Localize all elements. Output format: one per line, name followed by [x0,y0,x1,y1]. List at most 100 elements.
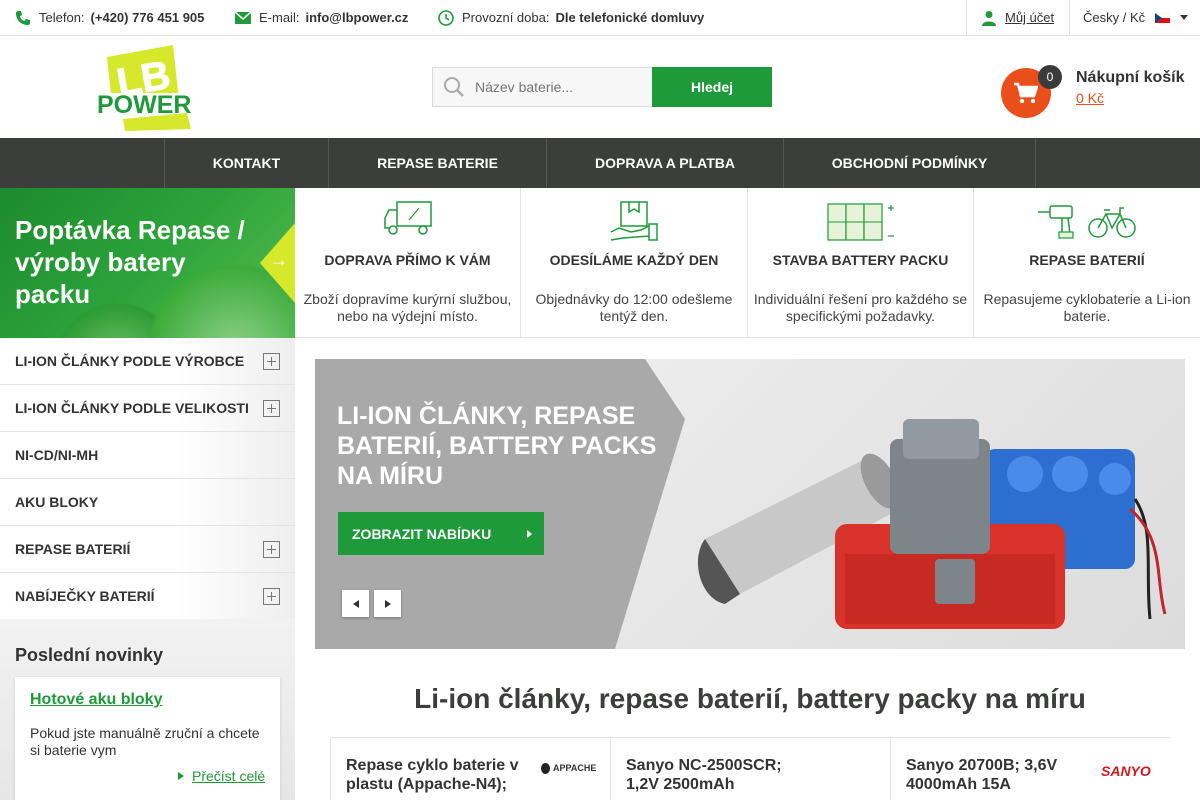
phone-icon [16,10,30,25]
product-card[interactable]: Sanyo 20700B; 3,6V 4000mAh 15A SANYO [890,738,1170,800]
email-label: E-mail: [259,10,300,25]
category-item[interactable]: NABÍJEČKY BATERIÍ [0,573,295,620]
search-input[interactable] [475,79,645,95]
inquiry-promo[interactable]: Poptávka Repase / výroby batery packu → [0,188,295,338]
product-name[interactable]: Sanyo 20700B; 3,6V 4000mAh 15A [906,756,1091,794]
brand-logo: SANYO [1101,763,1151,779]
features-strip: DOPRAVA PŘÍMO K VÁM Zboží dopravíme kurý… [295,188,1200,338]
separator [966,0,967,36]
read-more-link[interactable]: Přečíst celé [178,768,265,784]
cart-icon [1014,82,1038,104]
category-item[interactable]: REPASE BATERIÍ [0,526,295,573]
cart-count-badge: 0 [1038,65,1062,89]
main-navigation: KONTAKT REPASE BATERIE DOPRAVA A PLATBA … [0,138,1200,188]
latest-news: Poslední novinky Hotové aku bloky Pokud … [0,619,295,800]
page-headline: Li-ion články, repase baterií, battery p… [414,683,1086,714]
envelope-icon [235,11,251,24]
hero-banner: LI-ION ČLÁNKY, REPASE BATERIÍ, BATTERY P… [315,359,1185,649]
arrow-right-icon: → [270,250,288,270]
show-offer-button[interactable]: ZOBRAZIT NABÍDKU [338,512,544,555]
promo-text: Poptávka Repase / výroby batery packu [15,215,245,309]
news-card: Hotové aku bloky Pokud jste manuálně zru… [15,677,280,800]
search-button[interactable]: Hledej [652,67,772,107]
truck-icon [383,201,432,235]
feature-daily-dispatch: ODESÍLÁME KAŽDÝ DEN Objednávky do 12:00 … [521,188,748,338]
product-card[interactable]: Sanyo NC-2500SCR; 1,2V 2500mAh [610,738,890,800]
banner-headline: LI-ION ČLÁNKY, REPASE BATERIÍ, BATTERY P… [337,402,657,490]
feature-description: Zboží dopravíme kurýrní službou, nebo na… [303,291,512,324]
feature-title: ODESÍLÁME KAŽDÝ DEN [549,252,719,268]
nav-item-repase-baterie[interactable]: REPASE BATERIE [328,138,546,188]
hours-value: Dle telefonické domluvy [555,10,705,25]
user-icon [982,10,996,26]
expand-plus-icon[interactable] [263,399,280,417]
slider-next-button[interactable] [374,590,401,617]
opening-hours: Provozní doba: Dle telefonické domluvy [438,0,704,35]
expand-plus-icon[interactable] [263,540,280,558]
arrow-right-icon [384,599,391,608]
cart-total[interactable]: 0 Kč [1076,90,1104,106]
search-field[interactable] [432,67,652,107]
category-label: LI-ION ČLÁNKY PODLE VELIKOSTI [15,400,249,416]
language-label: Česky / Kč [1083,10,1146,25]
product-grid: Repase cyklo baterie v plastu (Appache-N… [330,737,1170,800]
phone-label: Telefon: [39,10,85,25]
package-hand-icon [610,201,658,241]
battery-products-image [697,419,1167,629]
category-label: REPASE BATERIÍ [15,541,131,557]
category-item[interactable]: LI-ION ČLÁNKY PODLE VÝROBCE [0,338,295,385]
category-menu: LI-ION ČLÁNKY PODLE VÝROBCE LI-ION ČLÁNK… [0,338,295,620]
phone-number: (+420) 776 451 905 [90,10,205,25]
shopping-cart[interactable]: 0 Nákupní košík 0 Kč [1000,64,1200,120]
feature-description: Individuální řešení pro každého se speci… [753,291,968,324]
nav-item-doprava-a-platba[interactable]: DOPRAVA A PLATBA [546,138,783,188]
nav-item-kontakt[interactable]: KONTAKT [164,138,328,188]
category-label: AKU BLOKY [15,494,99,510]
category-item[interactable]: AKU BLOKY [0,479,295,526]
news-item-title[interactable]: Hotové aku bloky [30,691,162,709]
feature-description: Objednávky do 12:00 odešleme tentýž den. [535,291,733,324]
category-label: LI-ION ČLÁNKY PODLE VÝROBCE [15,353,245,369]
product-card[interactable]: Repase cyklo baterie v plastu (Appache-N… [330,738,610,800]
cart-title[interactable]: Nákupní košík [1076,69,1184,87]
feature-title: REPASE BATERIÍ [1029,252,1145,268]
appache-logo-icon [541,763,550,775]
feature-title: STAVBA BATTERY PACKU [772,252,949,268]
czech-flag-icon [1155,12,1171,23]
product-name[interactable]: Sanyo NC-2500SCR; 1,2V 2500mAh [626,756,811,794]
feature-battery-pack: STAVBA BATTERY PACKU Individuální řešení… [748,188,974,338]
language-selector[interactable]: Česky / Kč [1083,0,1196,35]
search-form: Hledej [432,67,772,107]
feature-repair: REPASE BATERIÍ Repasujeme cyklobaterie a… [974,188,1200,338]
separator [1069,0,1070,36]
drill-bike-icon [1038,205,1136,239]
search-icon [444,77,464,97]
category-label: NI-CD/NI-MH [15,447,99,463]
nav-item-obchodni-podminky[interactable]: OBCHODNÍ PODMÍNKY [783,138,1035,188]
arrow-left-icon [352,599,359,608]
news-item-text: Pokud jste manuálně zruční a chcete si b… [30,725,260,758]
category-label: NABÍJEČKY BATERIÍ [15,588,155,604]
caret-down-icon [1180,15,1189,20]
brand-logo: APPACHE [541,763,596,775]
expand-plus-icon[interactable] [263,587,280,605]
phone-contact[interactable]: Telefon: (+420) 776 451 905 [15,0,204,35]
expand-plus-icon[interactable] [263,352,280,370]
account-label[interactable]: Můj účet [1005,10,1054,25]
news-heading: Poslední novinky [15,645,164,665]
category-item[interactable]: LI-ION ČLÁNKY PODLE VELIKOSTI [0,385,295,432]
battery-pack-icon [826,203,894,241]
email-contact[interactable]: E-mail: info@lbpower.cz [235,0,408,35]
product-name[interactable]: Repase cyklo baterie v plastu (Appache-N… [346,756,531,794]
feature-shipping: DOPRAVA PŘÍMO K VÁM Zboží dopravíme kurý… [295,188,521,338]
feature-title: DOPRAVA PŘÍMO K VÁM [324,252,491,268]
account-link[interactable]: Můj účet [981,0,1054,35]
logo[interactable]: LB POWER [95,45,203,131]
hours-label: Provozní doba: [462,10,550,25]
category-item[interactable]: NI-CD/NI-MH [0,432,295,479]
email-address: info@lbpower.cz [305,10,409,25]
clock-icon [438,9,454,26]
feature-description: Repasujeme cyklobaterie a Li-ion baterie… [983,291,1191,324]
slider-prev-button[interactable] [342,590,369,617]
top-bar: Telefon: (+420) 776 451 905 E-mail: info… [0,0,1200,36]
